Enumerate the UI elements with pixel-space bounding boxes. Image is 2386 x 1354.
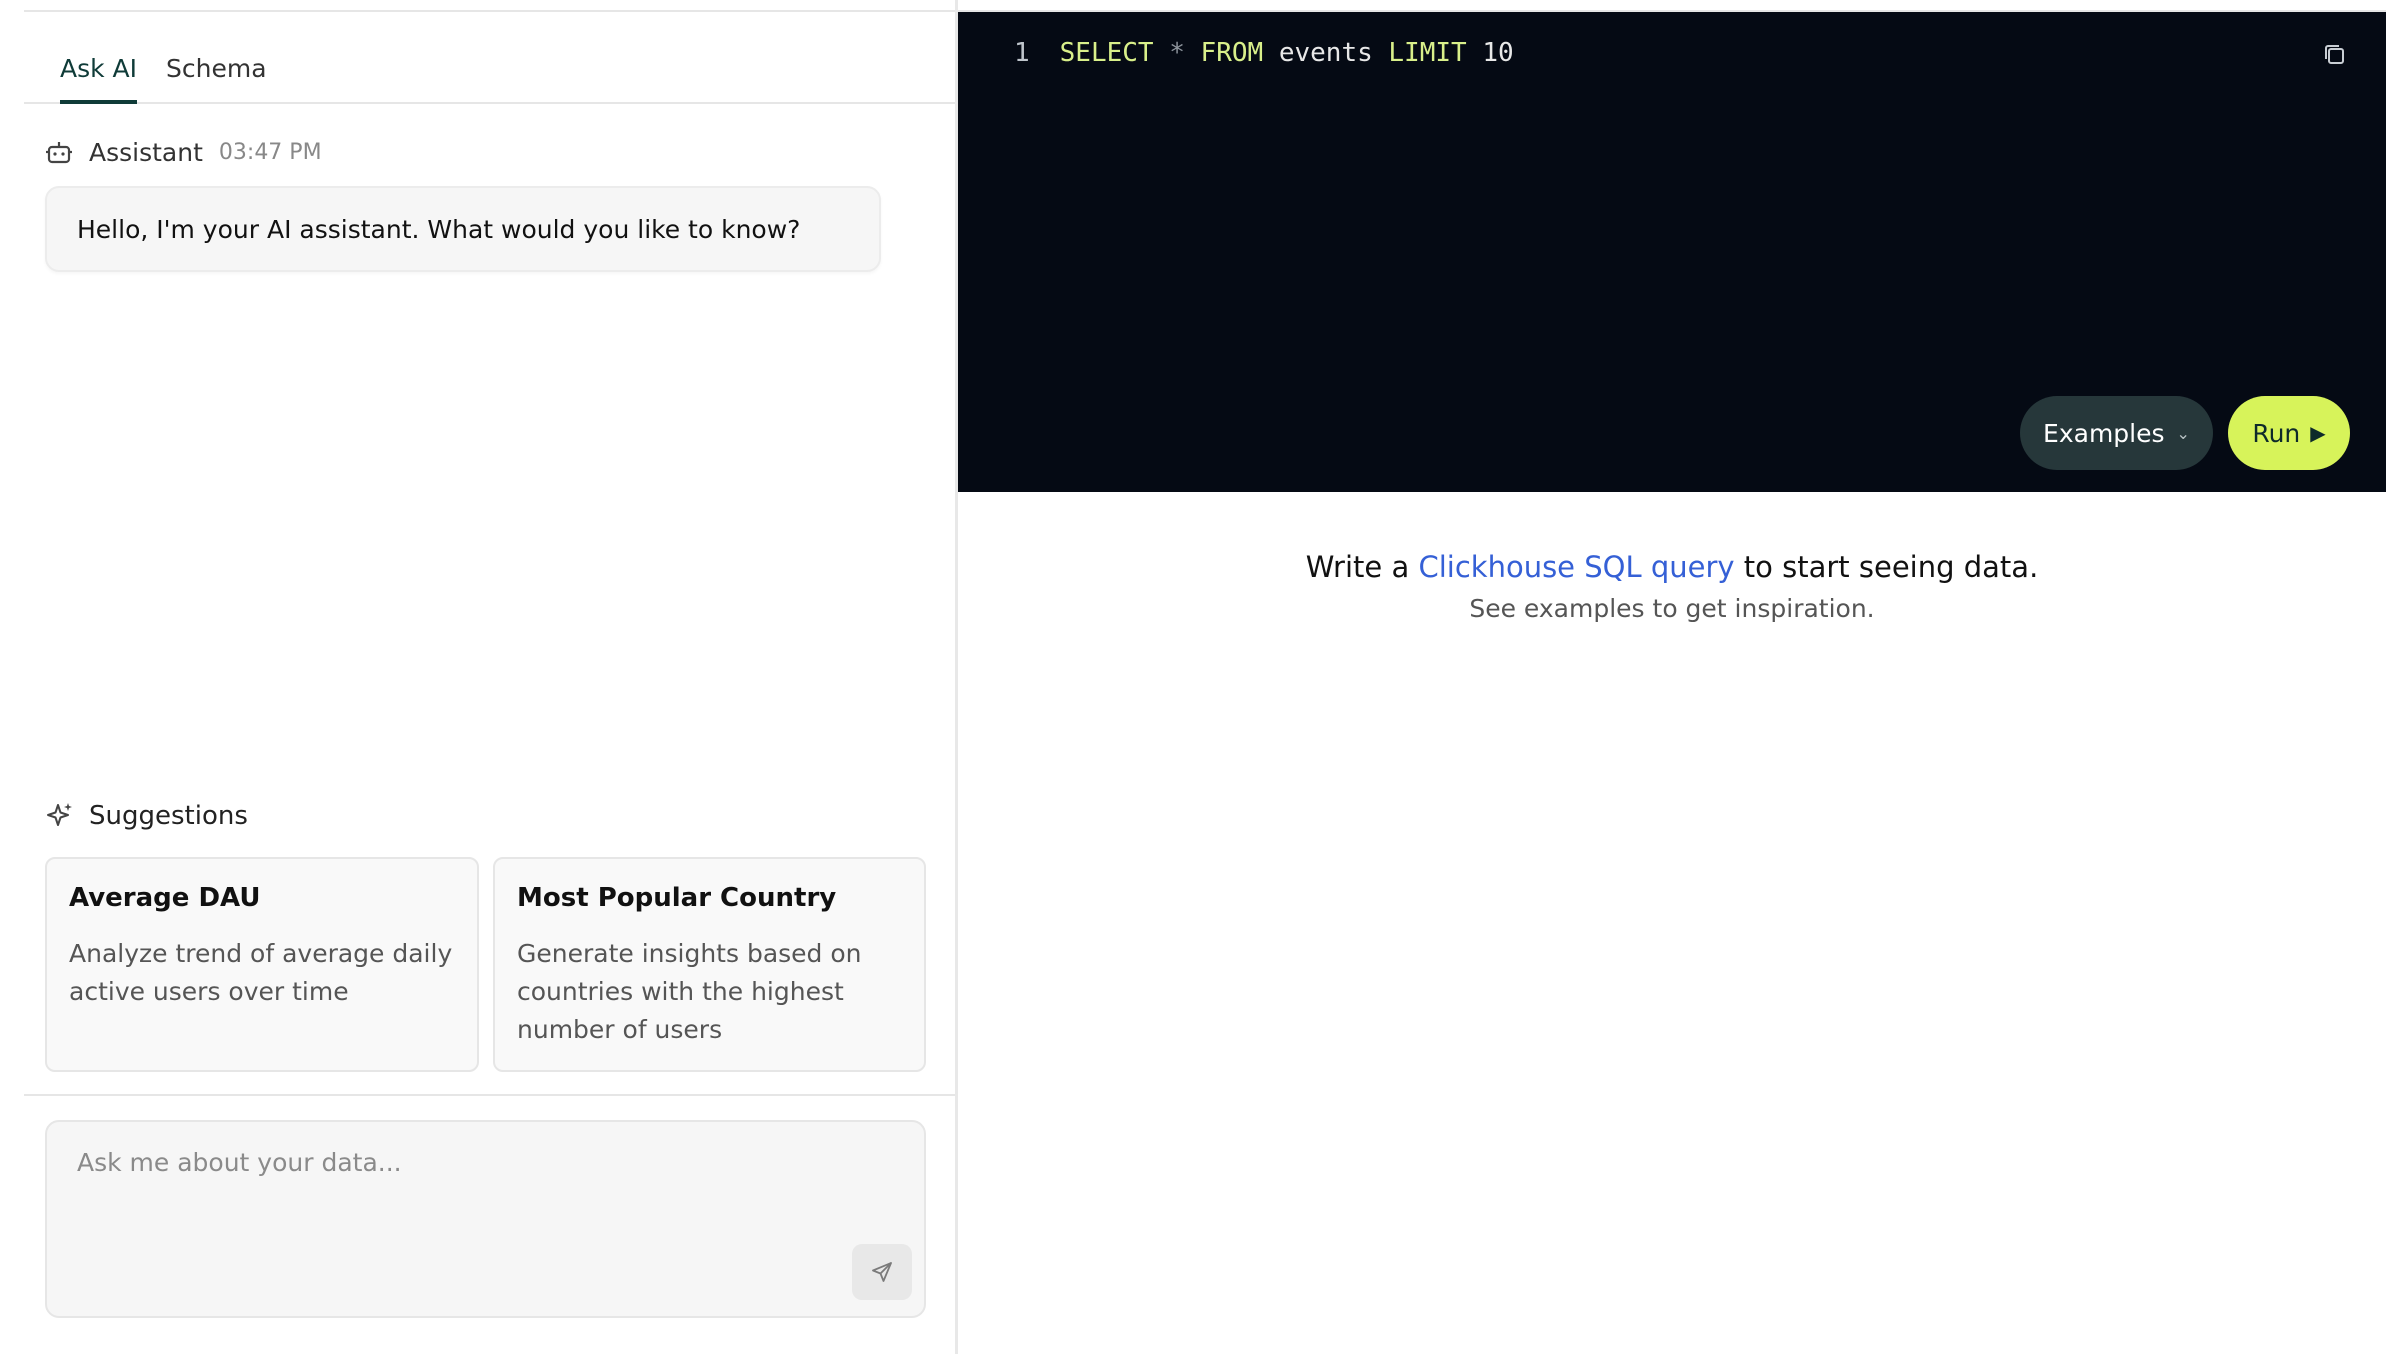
line-number: 1 [1014,38,1030,68]
empty-state-message: Write a Clickhouse SQL query to start se… [958,550,2386,584]
suggestion-card-most-popular-country[interactable]: Most Popular Country Generate insights b… [493,857,926,1072]
editor-top-border [958,0,2386,12]
ai-panel: Ask AI Schema Assistant 03:47 PM Hello, … [0,0,955,1354]
tab-schema[interactable]: Schema [166,52,267,102]
chevron-down-icon: ⌄ [2176,423,2190,443]
sql-keyword-from: FROM [1200,38,1264,68]
suggestion-card-average-dau[interactable]: Average DAU Analyze trend of average dai… [45,857,479,1072]
empty-state-suffix: to start seeing data. [1734,550,2039,584]
tab-ask-ai[interactable]: Ask AI [60,52,138,104]
results-empty-state: Write a Clickhouse SQL query to start se… [958,550,2386,623]
clickhouse-sql-link[interactable]: Clickhouse SQL query [1418,550,1734,584]
suggestion-card-description: Analyze trend of average daily active us… [69,939,453,1006]
message-author: Assistant [89,137,203,167]
bot-icon [46,142,72,164]
top-divider [24,10,955,12]
suggestion-card-title: Most Popular Country [517,883,837,913]
sql-editor[interactable]: 1 SELECT * FROM events LIMIT 10 Examples … [958,12,2386,492]
sql-keyword-select: SELECT [1059,38,1154,68]
send-button[interactable] [852,1244,912,1300]
message-header: Assistant 03:47 PM [45,134,322,170]
run-label: Run [2252,418,2301,448]
sparkle-icon [47,803,72,826]
suggestion-card-title: Average DAU [69,883,261,913]
suggestion-card-description: Generate insights based on countries wit… [517,939,862,1044]
assistant-message-bubble: Hello, I'm your AI assistant. What would… [45,186,881,272]
suggestions-header: Suggestions [45,798,248,834]
composer-divider [24,1094,955,1096]
code-line[interactable]: 1 SELECT * FROM events LIMIT 10 [1014,38,1514,68]
sql-limit-value: 10 [1482,38,1514,68]
chat-composer [45,1120,926,1318]
panel-tabs: Ask AI Schema [24,52,955,104]
suggestions-title: Suggestions [89,801,248,831]
sql-table-name: events [1278,38,1373,68]
chat-input[interactable] [75,1146,859,1270]
copy-icon[interactable] [2320,40,2350,70]
play-icon: ▶ [2310,421,2326,445]
empty-state-subtitle: See examples to get inspiration. [1469,594,1875,623]
sql-star: * [1169,38,1185,68]
message-timestamp: 03:47 PM [218,139,322,165]
empty-state-prefix: Write a [1305,550,1419,584]
run-button[interactable]: Run ▶ [2228,396,2350,470]
examples-dropdown-button[interactable]: Examples ⌄ [2020,396,2213,470]
examples-label: Examples [2043,418,2165,448]
send-icon [872,1262,892,1282]
assistant-message-text: Hello, I'm your AI assistant. What would… [77,214,801,244]
sql-keyword-limit: LIMIT [1388,38,1467,68]
